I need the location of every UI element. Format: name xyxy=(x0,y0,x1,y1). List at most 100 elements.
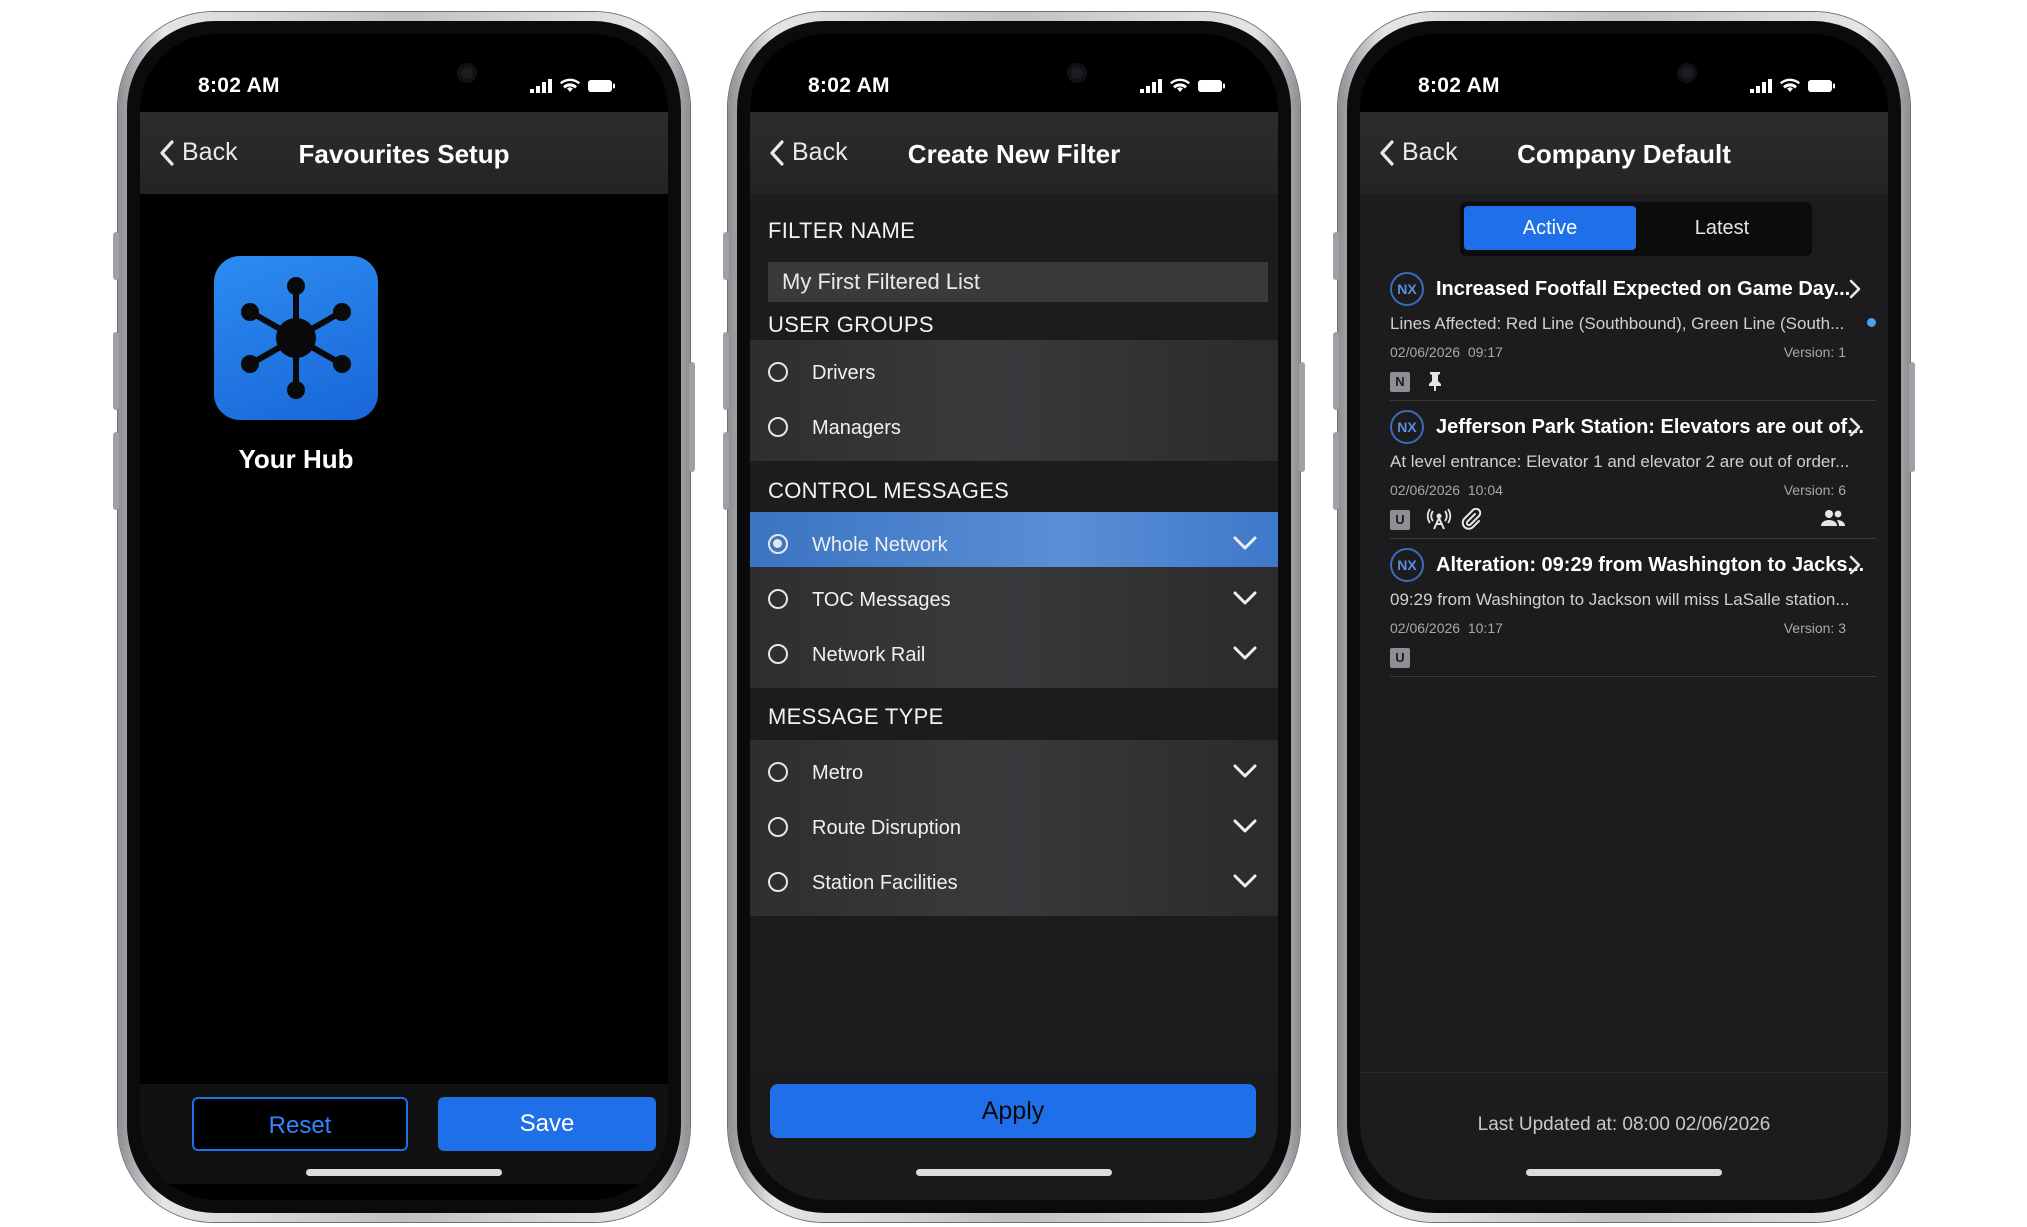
control-label: TOC Messages xyxy=(812,589,951,611)
filter-form: FILTER NAME My First Filtered List USER … xyxy=(750,194,1278,1072)
message-date: 02/06/2026 10:17 xyxy=(1390,620,1503,636)
message-body: Lines Affected: Red Line (Southbound), G… xyxy=(1390,314,1845,333)
message-type-row-station-facilities[interactable]: Station Facilities xyxy=(750,850,1278,918)
screen-create-filter: 8:02 AM Back Create New Filter FILTER NA… xyxy=(750,34,1278,1200)
phone-favourites-setup: 8:02 AM Back Favourites Setup Your Hub R… xyxy=(113,12,695,1222)
chevron-down-icon[interactable] xyxy=(1232,589,1258,607)
page-title: Company Default xyxy=(1517,139,1731,169)
pin-icon xyxy=(1429,372,1441,391)
cellular-signal-icon xyxy=(1750,79,1772,93)
filter-name-heading: FILTER NAME xyxy=(768,218,916,243)
hub-network-icon xyxy=(241,277,351,399)
radio-button[interactable] xyxy=(768,644,788,664)
dynamic-island xyxy=(333,48,493,98)
control-label: Network Rail xyxy=(812,644,926,666)
message-tag: U xyxy=(1390,510,1410,530)
radio-button[interactable] xyxy=(768,872,788,892)
save-button[interactable]: Save xyxy=(438,1097,656,1151)
radio-button-selected[interactable] xyxy=(768,534,788,554)
radio-button[interactable] xyxy=(768,817,788,837)
control-messages-heading: CONTROL MESSAGES xyxy=(768,478,1010,503)
message-title: Jefferson Park Station: Elevators are ou… xyxy=(1436,416,1864,438)
chevron-down-icon[interactable] xyxy=(1232,534,1258,552)
message-title: Increased Footfall Expected on Game Day.… xyxy=(1436,278,1851,300)
segmented-control: Active Latest xyxy=(1460,202,1812,256)
home-indicator[interactable] xyxy=(916,1169,1112,1176)
dynamic-island xyxy=(943,48,1103,98)
attachment-icon xyxy=(1461,508,1482,530)
chevron-down-icon[interactable] xyxy=(1232,762,1258,780)
nav-bar: Back Favourites Setup xyxy=(140,112,668,194)
wifi-icon xyxy=(1170,78,1190,92)
segment-latest[interactable]: Latest xyxy=(1636,206,1808,250)
status-time: 8:02 AM xyxy=(1418,74,1500,97)
message-title: Alteration: 09:29 from Washington to Jac… xyxy=(1436,554,1865,576)
message-date: 02/06/2026 09:17 xyxy=(1390,344,1503,360)
screen-favourites-setup: 8:02 AM Back Favourites Setup Your Hub R… xyxy=(140,34,668,1200)
phone-create-filter: 8:02 AM Back Create New Filter FILTER NA… xyxy=(723,12,1305,1222)
segment-active[interactable]: Active xyxy=(1464,206,1636,250)
message-body: At level entrance: Elevator 1 and elevat… xyxy=(1390,452,1850,471)
radio-button[interactable] xyxy=(768,762,788,782)
message-body: 09:29 from Washington to Jackson will mi… xyxy=(1390,590,1850,609)
chevron-right-icon xyxy=(1849,555,1861,575)
radio-button[interactable] xyxy=(768,362,788,382)
message-version: Version: 1 xyxy=(1783,344,1846,360)
control-row-network-rail[interactable]: Network Rail xyxy=(750,622,1278,690)
your-hub-tile[interactable] xyxy=(214,256,378,420)
message-item[interactable]: NX Jefferson Park Station: Elevators are… xyxy=(1390,400,1876,539)
message-type-label: Metro xyxy=(812,762,864,784)
chevron-down-icon[interactable] xyxy=(1232,644,1258,662)
home-indicator[interactable] xyxy=(1526,1169,1722,1176)
last-updated-text: Last Updated at: 08:00 02/06/2026 xyxy=(1477,1114,1771,1135)
group-icon xyxy=(1821,510,1845,526)
control-label: Whole Network xyxy=(812,534,948,556)
nx-badge: NX xyxy=(1390,272,1424,306)
wifi-icon xyxy=(560,78,580,92)
filter-name-input[interactable]: My First Filtered List xyxy=(768,262,1268,302)
radio-button[interactable] xyxy=(768,417,788,437)
battery-icon xyxy=(1198,80,1225,92)
home-indicator[interactable] xyxy=(306,1169,502,1176)
chevron-down-icon[interactable] xyxy=(1232,817,1258,835)
unread-indicator xyxy=(1867,318,1876,327)
message-version: Version: 3 xyxy=(1783,620,1846,636)
user-group-label: Managers xyxy=(812,417,901,439)
message-type-heading: MESSAGE TYPE xyxy=(768,704,944,729)
user-groups-heading: USER GROUPS xyxy=(768,312,934,337)
footer-bar xyxy=(1360,1072,1888,1200)
nx-badge: NX xyxy=(1390,548,1424,582)
message-tag: U xyxy=(1390,648,1410,668)
message-tag: N xyxy=(1390,372,1410,392)
page-title: Favourites Setup xyxy=(298,139,510,169)
radio-button[interactable] xyxy=(768,589,788,609)
cellular-signal-icon xyxy=(1140,79,1162,93)
message-list-area: Active Latest NX Increased Footfall Expe… xyxy=(1360,194,1888,1072)
battery-icon xyxy=(588,80,615,92)
message-version: Version: 6 xyxy=(1783,482,1846,498)
page-title: Create New Filter xyxy=(907,139,1121,169)
message-type-label: Route Disruption xyxy=(812,817,961,839)
apply-button[interactable]: Apply xyxy=(770,1084,1256,1138)
nav-bar: Back Create New Filter xyxy=(750,112,1278,194)
status-time: 8:02 AM xyxy=(198,74,280,97)
broadcast-icon xyxy=(1426,508,1452,530)
message-item[interactable]: NX Increased Footfall Expected on Game D… xyxy=(1390,262,1876,401)
dynamic-island xyxy=(1553,48,1713,98)
phone-company-default: 8:02 AM Back Company Default Active Late… xyxy=(1333,12,1915,1222)
battery-icon xyxy=(1808,80,1835,92)
message-item[interactable]: NX Alteration: 09:29 from Washington to … xyxy=(1390,538,1876,677)
user-group-label: Drivers xyxy=(812,362,876,384)
screen-company-default: 8:02 AM Back Company Default Active Late… xyxy=(1360,34,1888,1200)
nx-badge: NX xyxy=(1390,410,1424,444)
chevron-right-icon xyxy=(1849,279,1861,299)
user-group-row-managers[interactable]: Managers xyxy=(750,395,1278,463)
message-date: 02/06/2026 10:04 xyxy=(1390,482,1503,498)
reset-button[interactable]: Reset xyxy=(192,1097,408,1151)
your-hub-label: Your Hub xyxy=(238,444,354,474)
message-type-label: Station Facilities xyxy=(812,872,958,894)
chevron-down-icon[interactable] xyxy=(1232,872,1258,890)
status-time: 8:02 AM xyxy=(808,74,890,97)
nav-bar: Back Company Default xyxy=(1360,112,1888,194)
wifi-icon xyxy=(1780,78,1800,92)
